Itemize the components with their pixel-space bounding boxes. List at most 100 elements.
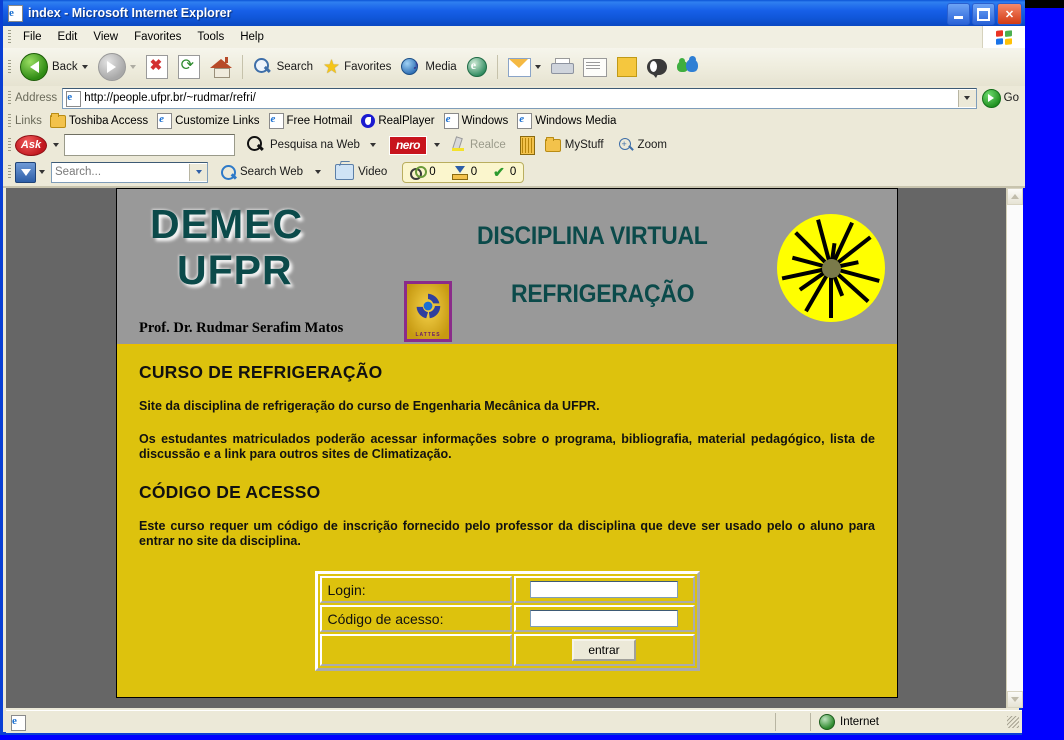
download-search-dropdown-button[interactable] <box>189 163 207 181</box>
go-label: Go <box>1003 92 1019 104</box>
ask-search-input[interactable] <box>64 134 235 156</box>
mail-button[interactable] <box>503 49 546 85</box>
paragraph-site-description: Site da disciplina de refrigeração do cu… <box>139 399 600 413</box>
checkmark-icon: ✔ <box>493 164 505 180</box>
tv-icon <box>335 164 355 180</box>
toolbar-divider-2 <box>496 55 498 79</box>
search-icon <box>221 164 238 180</box>
download-grip-handle[interactable] <box>8 165 11 179</box>
chevron-down-icon[interactable] <box>369 143 376 147</box>
menu-item-view[interactable]: View <box>85 29 126 45</box>
home-button[interactable] <box>205 49 237 85</box>
link-realplayer[interactable]: RealPlayer <box>361 114 435 128</box>
media-button[interactable]: ♪ Media <box>396 49 461 85</box>
table-row-login: Login: <box>319 576 695 603</box>
menu-item-help[interactable]: Help <box>232 29 272 45</box>
ask-grip-handle[interactable] <box>8 138 11 152</box>
history-button[interactable]: e <box>462 49 492 85</box>
download-search-input[interactable]: Search... <box>51 161 208 183</box>
close-button[interactable]: ✕ <box>997 3 1022 25</box>
ask-logo-icon[interactable]: Ask <box>15 134 47 156</box>
address-dropdown-button[interactable] <box>957 89 976 107</box>
blocked-counter[interactable]: 0 <box>410 166 436 180</box>
code-label-cell: Código de acesso: <box>319 605 512 632</box>
chevron-down-icon[interactable] <box>315 170 322 174</box>
edit-button[interactable] <box>578 49 612 85</box>
video-button[interactable]: Video <box>330 154 392 190</box>
lattes-logo[interactable]: LATTES <box>404 281 452 342</box>
resize-grip[interactable] <box>1007 716 1019 728</box>
menu-grip-handle[interactable] <box>8 30 11 44</box>
stop-icon: ✖ <box>145 55 168 79</box>
maximize-button[interactable] <box>972 3 995 25</box>
discuss-button[interactable] <box>642 49 672 85</box>
menu-item-favorites[interactable]: Favorites <box>126 29 189 45</box>
minimize-button[interactable] <box>947 3 970 25</box>
refresh-button[interactable]: ⟳ <box>173 49 205 85</box>
nero-button[interactable]: nero <box>388 135 427 155</box>
desktop-background-right <box>1022 8 1064 740</box>
lattes-swirl-icon <box>416 293 441 319</box>
forward-button[interactable] <box>93 49 141 85</box>
highlighter-icon <box>451 136 466 153</box>
vertical-scrollbar[interactable] <box>1006 188 1023 708</box>
back-button[interactable]: Back <box>15 49 93 85</box>
address-grip-handle[interactable] <box>8 91 11 105</box>
login-input[interactable] <box>530 581 678 598</box>
address-input[interactable]: e http://people.ufpr.br/~rudmar/refri/ <box>62 87 977 109</box>
windows-logo-button[interactable] <box>982 26 1025 48</box>
table-row-submit: entrar <box>319 634 695 666</box>
menu-item-edit[interactable]: Edit <box>50 29 86 45</box>
download-toolbar: Search... Search Web Video 0 0 ✔ 0 <box>3 158 1025 188</box>
mail-dropdown-caret-icon[interactable] <box>534 65 541 69</box>
link-label: Customize Links <box>175 115 260 127</box>
checked-counter[interactable]: ✔ 0 <box>493 164 516 180</box>
speech-bubble-icon <box>646 59 667 78</box>
nero-dropdown-caret-icon[interactable] <box>433 143 440 147</box>
page-heading-codigo: CÓDIGO DE ACESSO <box>139 482 321 502</box>
scroll-down-button[interactable] <box>1007 691 1023 708</box>
site-title-line1: DISCIPLINA VIRTUAL <box>477 222 708 250</box>
back-arrow-icon <box>20 53 48 81</box>
links-grip-handle[interactable] <box>8 114 11 128</box>
menu-item-file[interactable]: File <box>15 29 50 45</box>
back-dropdown-caret-icon[interactable] <box>81 65 88 69</box>
link-toshiba-access[interactable]: Toshiba Access <box>49 112 148 128</box>
mystuff-label: MyStuff <box>564 139 604 151</box>
print-button[interactable] <box>546 49 578 85</box>
ask-dropdown-caret-icon[interactable] <box>53 143 59 147</box>
empty-cell <box>319 634 512 666</box>
stop-button[interactable]: ✖ <box>141 49 173 85</box>
go-arrow-icon <box>981 88 1001 108</box>
download-dropdown-caret-icon[interactable] <box>39 170 45 174</box>
search-icon <box>246 135 266 155</box>
home-icon <box>209 57 232 78</box>
toolbar-grip-handle[interactable] <box>8 60 11 74</box>
search-web-button[interactable]: Search Web <box>216 154 326 190</box>
edit-page-icon <box>582 57 607 77</box>
address-bar: Address e http://people.ufpr.br/~rudmar/… <box>3 86 1025 111</box>
login-form-table: Login: Código de acesso: entrar <box>314 571 700 671</box>
entrar-button[interactable]: entrar <box>572 639 636 661</box>
downloads-counter[interactable]: 0 <box>451 165 477 180</box>
download-manager-button[interactable] <box>15 161 36 183</box>
search-label: Search <box>276 61 314 73</box>
access-code-input[interactable] <box>530 610 678 627</box>
printer-icon <box>550 58 574 76</box>
scroll-up-button[interactable] <box>1007 188 1023 205</box>
notes-button[interactable] <box>612 49 642 85</box>
search-button[interactable]: Search <box>248 49 318 85</box>
sticky-note-icon <box>616 57 637 77</box>
blocked-count: 0 <box>429 166 436 178</box>
mail-icon <box>507 57 531 77</box>
messenger-button[interactable] <box>672 49 704 85</box>
address-label: Address <box>15 92 58 104</box>
address-url-text: http://people.ufpr.br/~rudmar/refri/ <box>84 92 256 104</box>
window-controls: ✕ <box>947 3 1022 25</box>
favorites-button[interactable]: ★ Favorites <box>318 49 396 85</box>
menu-item-tools[interactable]: Tools <box>189 29 232 45</box>
ufpr-logo-text: UFPR <box>177 247 293 293</box>
site-header: DEMEC UFPR Prof. Dr. Rudmar Serafim Mato… <box>117 189 897 346</box>
go-button[interactable]: Go <box>981 88 1019 108</box>
forward-dropdown-caret-icon <box>129 65 136 69</box>
